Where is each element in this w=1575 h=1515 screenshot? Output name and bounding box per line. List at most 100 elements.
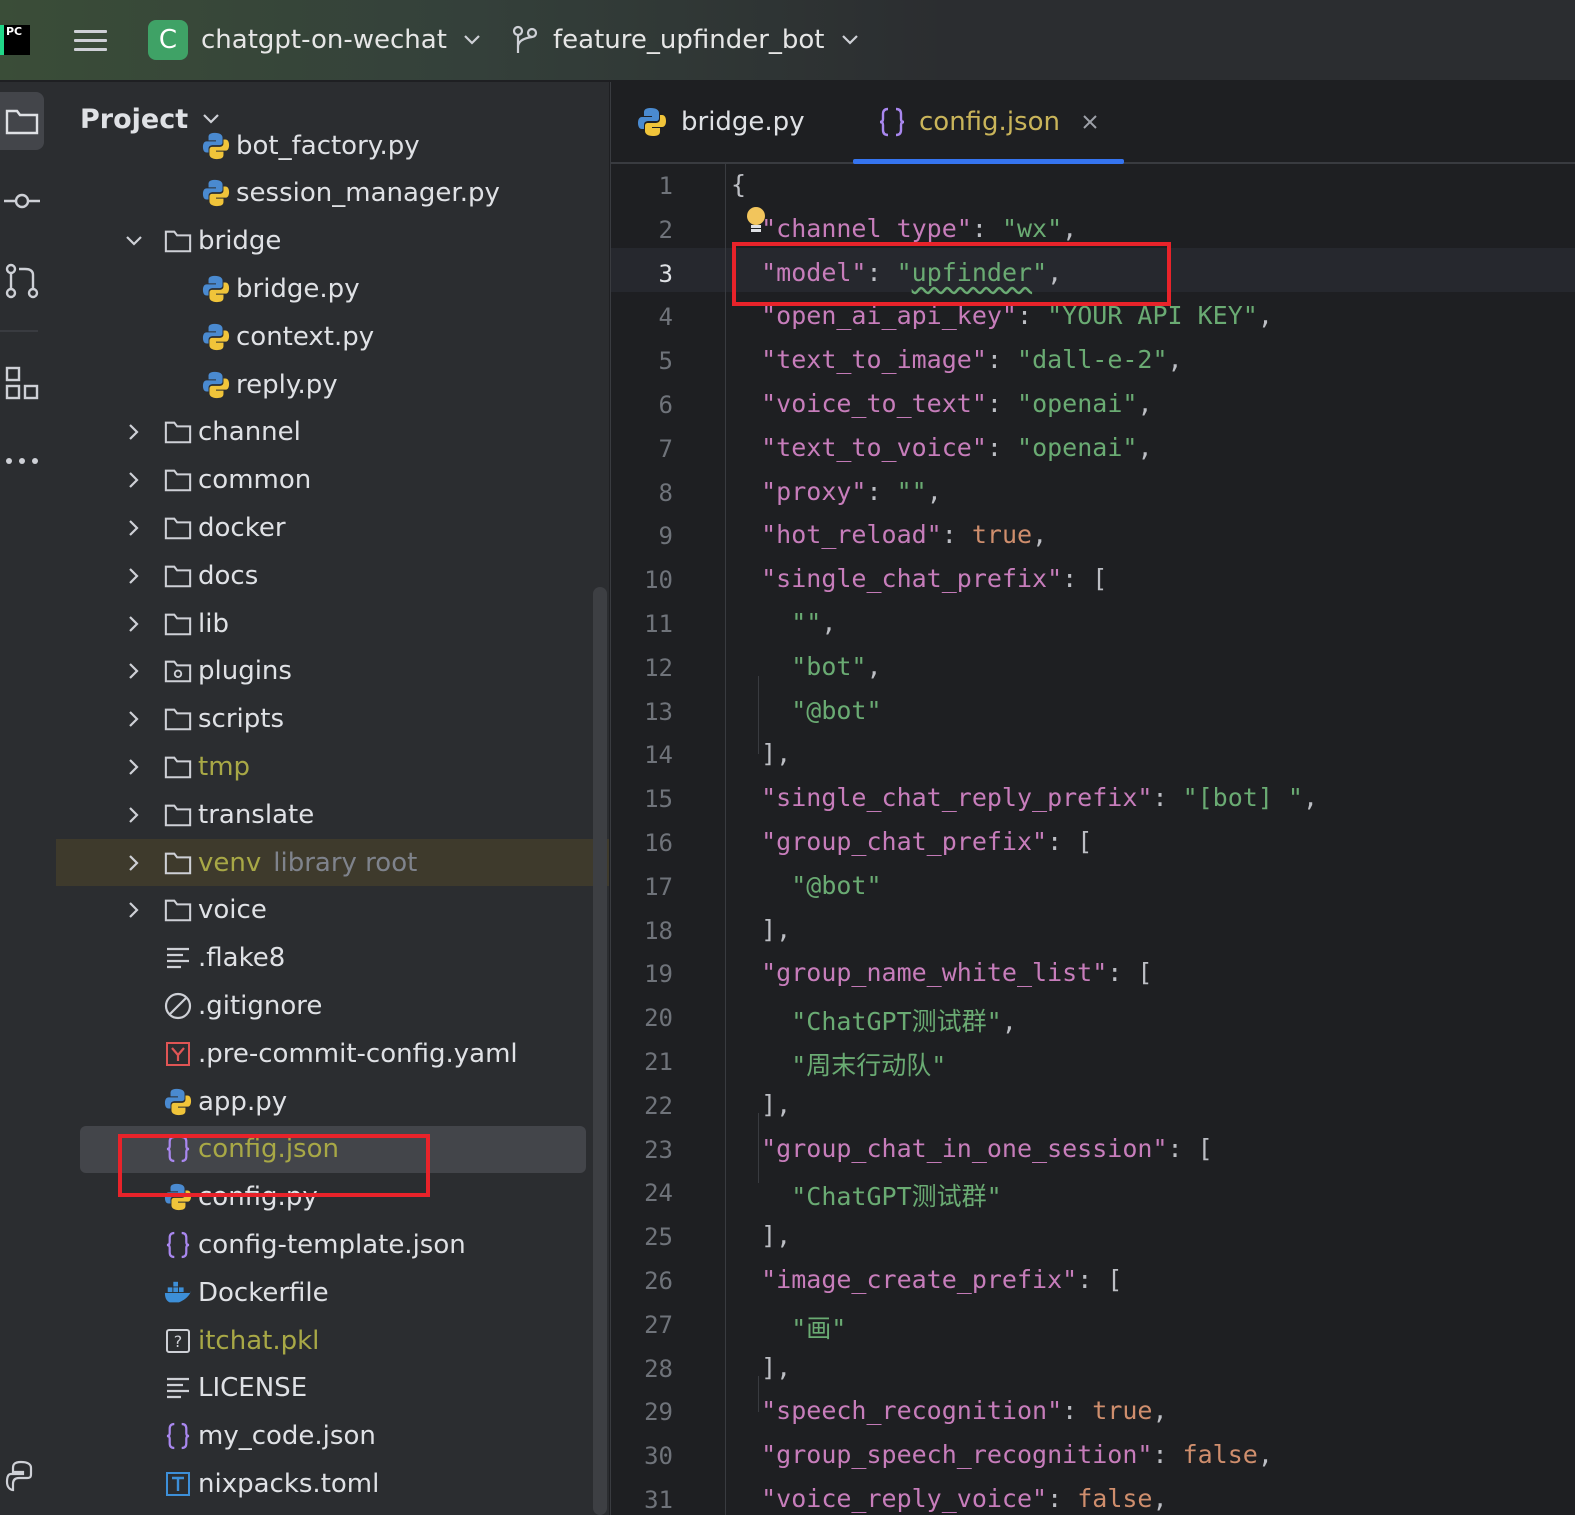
chevron-down-icon bbox=[841, 30, 859, 51]
chevron-right-icon[interactable] bbox=[124, 757, 144, 777]
tree-item-label: config-template.json bbox=[198, 1230, 466, 1260]
code-line[interactable]: "single_chat_prefix": [ bbox=[731, 564, 1107, 593]
code-line[interactable]: "group_chat_prefix": [ bbox=[731, 827, 1092, 856]
code-line[interactable]: ], bbox=[731, 915, 791, 944]
tree-item[interactable]: session_manager.py bbox=[56, 170, 609, 217]
tab-config-json[interactable]: config.json bbox=[853, 82, 1124, 164]
code-line[interactable]: { bbox=[731, 170, 746, 199]
tree-item-label: my_code.json bbox=[198, 1421, 376, 1451]
code-line[interactable]: "group_name_white_list": [ bbox=[731, 958, 1152, 987]
code-line[interactable]: "voice_to_text": "openai", bbox=[731, 389, 1152, 418]
pull-requests-icon[interactable] bbox=[0, 252, 44, 310]
tree-item[interactable]: .flake8 bbox=[56, 935, 609, 982]
code-line[interactable]: "proxy": "", bbox=[731, 477, 942, 506]
code-line[interactable]: "speech_recognition": true, bbox=[731, 1396, 1167, 1425]
main-menu-icon[interactable] bbox=[74, 0, 110, 80]
code-line[interactable]: "group_chat_in_one_session": [ bbox=[731, 1134, 1213, 1163]
tree-item-name: config-template.json bbox=[198, 1229, 466, 1260]
tree-scrollbar[interactable] bbox=[593, 587, 607, 1515]
code-line[interactable]: "single_chat_reply_prefix": "[bot] ", bbox=[731, 783, 1318, 812]
tree-item[interactable]: .gitignore bbox=[56, 982, 609, 1029]
project-switcher[interactable]: chatgpt-on-wechat bbox=[201, 0, 481, 80]
tree-item[interactable]: my_code.json bbox=[56, 1413, 609, 1460]
tree-item[interactable]: ? itchat.pkl bbox=[56, 1317, 609, 1364]
project-tool-icon[interactable] bbox=[0, 92, 44, 150]
code-line[interactable]: "text_to_image": "dall-e-2", bbox=[731, 345, 1182, 374]
code-line[interactable]: "@bot" bbox=[731, 871, 881, 900]
code-line[interactable]: ], bbox=[731, 739, 791, 768]
code-line[interactable]: "image_create_prefix": [ bbox=[731, 1265, 1122, 1294]
line-number: 10 bbox=[644, 566, 673, 595]
tree-item[interactable]: .pre-commit-config.yaml bbox=[56, 1030, 609, 1077]
tree-item[interactable]: Dockerfile bbox=[56, 1269, 609, 1316]
tree-item-name: itchat.pkl bbox=[198, 1325, 320, 1356]
tree-item[interactable]: config-template.json bbox=[56, 1221, 609, 1268]
tree-item-label: venv library root bbox=[198, 848, 417, 878]
line-number: 17 bbox=[644, 872, 673, 901]
code-line[interactable]: "ChatGPT测试群" bbox=[731, 1177, 1001, 1213]
chevron-right-icon[interactable] bbox=[124, 709, 144, 729]
tab-bridge-py[interactable]: bridge.py bbox=[637, 82, 805, 162]
tree-item[interactable]: tmp bbox=[56, 743, 609, 790]
tree-item[interactable]: docs bbox=[56, 552, 609, 599]
tree-item[interactable]: lib bbox=[56, 600, 609, 647]
indent-guide bbox=[725, 164, 726, 1515]
tree-item[interactable]: context.py bbox=[56, 313, 609, 360]
close-tab-icon[interactable] bbox=[1082, 108, 1098, 136]
tab-label: config.json bbox=[919, 107, 1060, 137]
tree-item-label: tmp bbox=[198, 752, 250, 782]
chevron-right-icon[interactable] bbox=[124, 900, 144, 920]
tree-item[interactable]: channel bbox=[56, 409, 609, 456]
tree-item[interactable]: venv library root bbox=[56, 839, 609, 886]
tree-item[interactable]: nixpacks.toml bbox=[56, 1460, 609, 1507]
tree-item[interactable]: app.py bbox=[56, 1078, 609, 1125]
tree-item[interactable]: bridge.py bbox=[56, 265, 609, 312]
pycharm-logo-icon[interactable]: PC bbox=[0, 0, 30, 80]
tree-item[interactable]: common bbox=[56, 457, 609, 504]
python-console-icon[interactable] bbox=[0, 1448, 44, 1506]
tree-item[interactable]: bot_factory.py bbox=[56, 122, 609, 169]
code-line[interactable]: "channel_type": "wx", bbox=[731, 214, 1077, 243]
code-line[interactable]: "bot", bbox=[731, 652, 881, 681]
code-line[interactable]: "@bot" bbox=[731, 696, 881, 725]
folder-icon bbox=[164, 753, 192, 781]
commit-tool-icon[interactable] bbox=[0, 172, 44, 230]
intention-bulb-icon[interactable] bbox=[745, 206, 767, 240]
code-line[interactable]: "ChatGPT测试群", bbox=[731, 1002, 1017, 1038]
chevron-right-icon[interactable] bbox=[124, 422, 144, 442]
tree-item[interactable]: docker bbox=[56, 504, 609, 551]
chevron-right-icon[interactable] bbox=[124, 518, 144, 538]
code-line[interactable]: "group_speech_recognition": false, bbox=[731, 1440, 1273, 1469]
code-line[interactable]: "hot_reload": true, bbox=[731, 520, 1047, 549]
project-badge[interactable]: C bbox=[148, 0, 188, 80]
chevron-right-icon[interactable] bbox=[124, 614, 144, 634]
chevron-right-icon[interactable] bbox=[124, 470, 144, 490]
more-tools-icon[interactable] bbox=[0, 432, 44, 490]
chevron-right-icon[interactable] bbox=[124, 805, 144, 825]
code-line[interactable]: "画" bbox=[731, 1309, 846, 1345]
tree-item[interactable]: voice bbox=[56, 887, 609, 934]
code-line[interactable]: ], bbox=[731, 1090, 791, 1119]
code-line[interactable]: "", bbox=[731, 608, 836, 637]
line-number: 19 bbox=[644, 960, 673, 989]
tree-item[interactable]: bridge bbox=[56, 218, 609, 265]
chevron-right-icon[interactable] bbox=[124, 566, 144, 586]
code-line[interactable]: ], bbox=[731, 1221, 791, 1250]
chevron-right-icon[interactable] bbox=[124, 853, 144, 873]
chevron-down-icon[interactable] bbox=[124, 231, 144, 251]
branch-switcher[interactable]: feature_upfinder_bot bbox=[553, 0, 859, 80]
tree-item-name: common bbox=[198, 465, 312, 496]
code-line[interactable]: "周末行动队" bbox=[731, 1046, 946, 1082]
project-initial: C bbox=[148, 20, 188, 60]
tree-item[interactable]: reply.py bbox=[56, 361, 609, 408]
chevron-right-icon[interactable] bbox=[124, 661, 144, 681]
tree-item[interactable]: plugins bbox=[56, 648, 609, 695]
code-line[interactable]: ], bbox=[731, 1353, 791, 1382]
code-line[interactable]: "voice_reply_voice": false, bbox=[731, 1484, 1167, 1513]
tree-item[interactable]: scripts bbox=[56, 696, 609, 743]
line-number: 13 bbox=[644, 697, 673, 726]
tree-item[interactable]: LICENSE bbox=[56, 1365, 609, 1412]
code-line[interactable]: "text_to_voice": "openai", bbox=[731, 433, 1152, 462]
tree-item[interactable]: translate bbox=[56, 791, 609, 838]
structure-tool-icon[interactable] bbox=[0, 354, 44, 412]
